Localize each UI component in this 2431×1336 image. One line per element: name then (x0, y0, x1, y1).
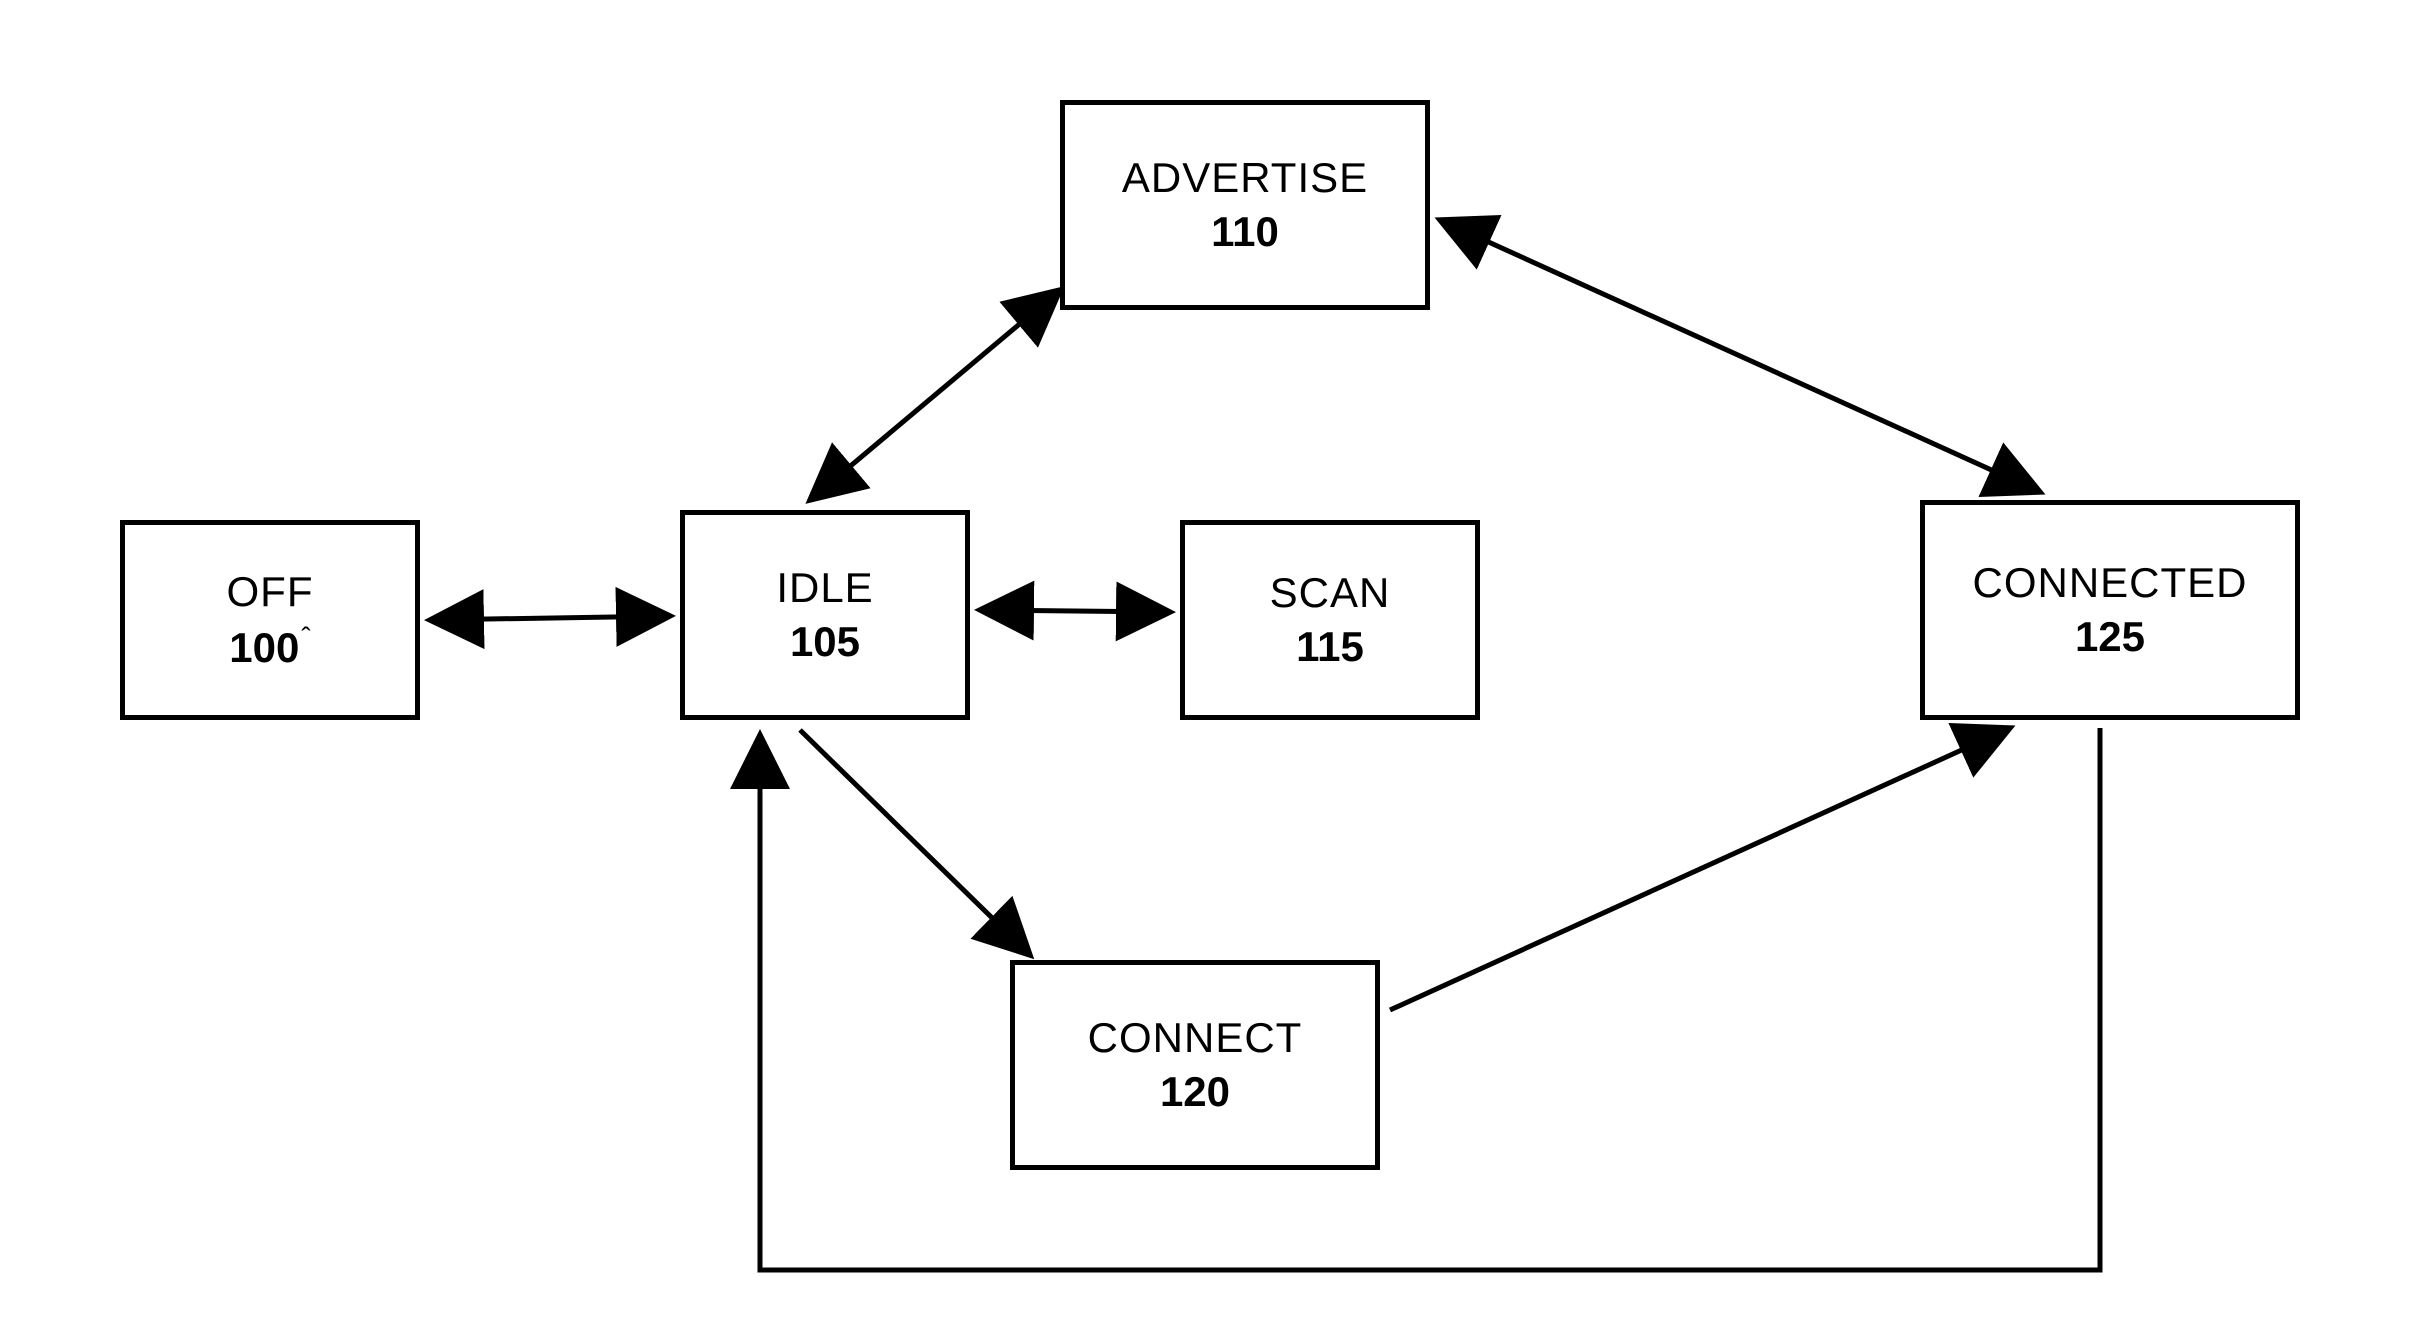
state-scan-number: 115 (1296, 623, 1364, 671)
state-advertise: ADVERTISE 110 (1060, 100, 1430, 310)
state-connect-number: 120 (1160, 1068, 1230, 1116)
state-advertise-label: ADVERTISE (1122, 154, 1368, 202)
state-idle-number: 105 (790, 618, 860, 666)
edge-connected-idle-return (760, 728, 2100, 1270)
state-connect-label: CONNECT (1088, 1014, 1303, 1062)
state-scan-label: SCAN (1270, 569, 1391, 617)
edge-advertise-connected (1440, 220, 2040, 492)
state-connected-label: CONNECTED (1972, 559, 2247, 607)
state-off: OFF 100ˆ (120, 520, 420, 720)
edge-idle-connect (800, 730, 1030, 955)
state-connected-number: 125 (2075, 613, 2145, 661)
state-idle-label: IDLE (776, 564, 873, 612)
state-connect: CONNECT 120 (1010, 960, 1380, 1170)
edge-off-idle (430, 616, 670, 620)
state-advertise-number: 110 (1211, 208, 1279, 256)
state-scan: SCAN 115 (1180, 520, 1480, 720)
state-diagram-stage: OFF 100ˆ IDLE 105 ADVERTISE 110 SCAN 115… (0, 0, 2431, 1336)
state-off-number: 100ˆ (229, 622, 310, 672)
state-off-label: OFF (227, 568, 314, 616)
edge-idle-advertise (810, 290, 1060, 500)
edge-idle-scan (980, 610, 1170, 612)
edge-connect-connected (1390, 728, 2010, 1010)
state-idle: IDLE 105 (680, 510, 970, 720)
state-connected: CONNECTED 125 (1920, 500, 2300, 720)
